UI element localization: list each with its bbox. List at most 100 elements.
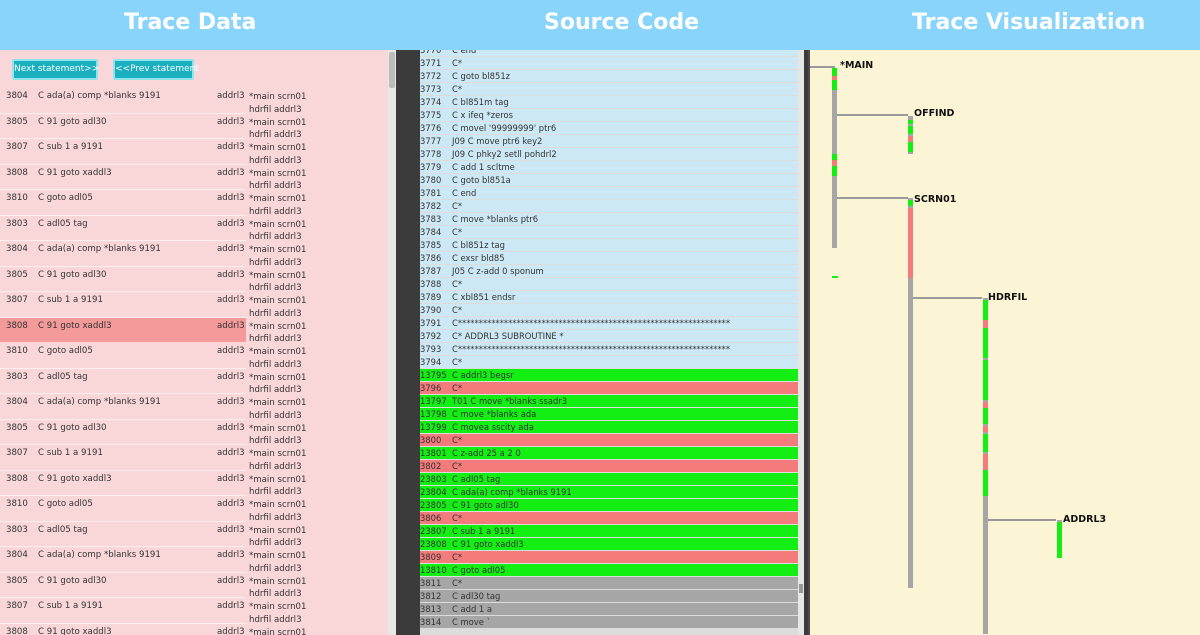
trace-call-stack: *main scrn01hdrfil addrl3 (249, 117, 306, 142)
trace-procedure: addrl3 (217, 397, 245, 407)
trace-row[interactable]: 3807 C sub 1 a 9191 addrl3 *main scrn01 hdrf… (0, 292, 388, 319)
trace-row[interactable]: 3810 C goto adl05 addrl3 *main scrn01 hdrfil… (0, 343, 388, 370)
source-line[interactable]: 23803 C adl05 tag (396, 473, 798, 486)
trace-row[interactable]: 3810 C goto adl05 addrl3 *main scrn01 hdrfil… (0, 190, 388, 217)
source-line[interactable]: 13801 C z-add 25 a 2 0 (396, 447, 798, 460)
trace-call-stack: *main scrn01hdrfil addrl3 (249, 601, 306, 626)
trace-node-label[interactable]: OFFIND (914, 108, 955, 119)
source-line[interactable]: 3777 J09 C move ptr6 key2 (396, 135, 798, 148)
source-line[interactable]: 3792 C* ADDRL3 SUBROUTINE * (396, 330, 798, 343)
source-line[interactable]: 3814 C move ` (396, 616, 798, 629)
source-line[interactable]: 3794 C* (396, 356, 798, 369)
source-line[interactable]: 23808 C 91 goto xaddl3 (396, 538, 798, 551)
line-code: C* (452, 58, 463, 68)
trace-data-title: Trace Data (124, 10, 257, 35)
source-line[interactable]: 3770 C end (396, 50, 798, 57)
trace-scrollbar[interactable] (388, 50, 396, 635)
source-line[interactable]: 3773 C* (396, 83, 798, 96)
trace-row[interactable]: 3808 C 91 goto xaddl3 addrl3 *main scrn01hd… (0, 471, 388, 497)
source-scrollbar[interactable] (798, 50, 804, 635)
source-line[interactable]: 23804 C ada(a) comp *blanks 9191 (396, 486, 798, 499)
source-line[interactable]: 3784 C* (396, 226, 798, 239)
line-number: 3793 (420, 344, 442, 354)
trace-statement-number: 3804 (6, 397, 28, 407)
source-line[interactable]: 3786 C exsr bld85 (396, 252, 798, 265)
trace-call-stack: *main scrn01hdrfil addrl3 (249, 627, 306, 635)
source-line[interactable]: 3812 C adl30 tag (396, 590, 798, 603)
next-statement-button[interactable]: Next statement>> (12, 59, 99, 80)
source-code-title: Source Code (544, 10, 700, 35)
source-line[interactable]: 3771 C* (396, 57, 798, 70)
trace-row[interactable]: 3805 C 91 goto adl30 addrl3 *main scrn01 hdr… (0, 573, 388, 599)
line-background (420, 551, 798, 563)
source-line[interactable]: 3772 C goto bl851z (396, 70, 798, 83)
source-line[interactable]: 3781 C end (396, 187, 798, 200)
trace-statement-number: 3810 (6, 499, 28, 509)
trace-row[interactable]: 3810 C goto adl05 addrl3 *main scrn01 hdrfil… (0, 496, 388, 523)
trace-node-label[interactable]: HDRFIL (988, 292, 1027, 303)
source-line[interactable]: 23805 C 91 goto adl30 (396, 499, 798, 512)
trace-row[interactable]: 3804 C ada(a) comp *blanks 9191 addrl3 *mai… (0, 88, 388, 115)
trace-node-label[interactable]: ADDRL3 (1063, 514, 1106, 525)
source-line[interactable]: 23807 C sub 1 a 9191 (396, 525, 798, 538)
trace-row-selected[interactable]: 3808 C 91 goto xaddl3 addrl3 *main scrn01 hd… (0, 317, 388, 344)
source-line[interactable]: 13795 C addrl3 begsr (396, 369, 798, 382)
source-line[interactable]: 3780 C goto bl851a (396, 174, 798, 187)
source-line[interactable]: 3778 J09 C phky2 setll pohdrl2 (396, 148, 798, 161)
line-code: C move *blanks ptr6 (452, 214, 539, 224)
source-line[interactable]: 3788 C* (396, 278, 798, 291)
trace-row[interactable]: 3808 C 91 goto xaddl3 addrl3 *main scrn01hd… (0, 624, 388, 635)
trace-row[interactable]: 3803 C adl05 tag addrl3 *main scrn01 hdrfil … (0, 522, 388, 548)
source-line[interactable]: 3800 C* (396, 434, 798, 447)
source-line[interactable]: 3791 C***********************************… (396, 317, 798, 330)
trace-row[interactable]: 3807 C sub 1 a 9191 addrl3 *main scrn01 hdrf… (0, 598, 388, 626)
trace-statement-code: C goto adl05 (38, 346, 93, 356)
trace-row[interactable]: 3805 C 91 goto adl30 addrl3 *main scrn01 hdr… (0, 114, 388, 140)
source-line[interactable]: 13798 C move *blanks ada (396, 408, 798, 421)
source-line[interactable]: 3774 C bl851m tag (396, 96, 798, 109)
trace-row[interactable]: 3808 C 91 goto xaddl3 addrl3 *main scrn01hd… (0, 165, 388, 191)
source-line[interactable]: 3789 C xbl851 endsr (396, 291, 798, 304)
trace-row[interactable]: 3805 C 91 goto adl30 addrl3 *main scrn01 hdr… (0, 420, 388, 446)
source-line[interactable]: 3796 C* (396, 382, 798, 395)
source-line[interactable]: 3813 C add 1 a (396, 603, 798, 616)
trace-node-label[interactable]: SCRN01 (914, 194, 956, 205)
trace-row[interactable]: 3803 C adl05 tag addrl3 *main scrn01 hdrfil … (0, 369, 388, 395)
source-line[interactable]: 13799 C movea sscity ada (396, 421, 798, 434)
prev-statement-button[interactable]: <<Prev statement (113, 59, 199, 80)
source-line[interactable]: 3809 C* (396, 551, 798, 564)
line-number: 3809 (420, 552, 442, 562)
source-line[interactable]: 3811 C* (396, 577, 798, 590)
source-line[interactable]: 3802 C* (396, 460, 798, 473)
trace-node-label[interactable]: *MAIN (840, 60, 873, 71)
source-line[interactable]: 3785 C bl851z tag (396, 239, 798, 252)
line-number: 13801 (420, 448, 447, 458)
source-line[interactable]: 3779 C add 1 scltme (396, 161, 798, 174)
trace-row[interactable]: 3807 C sub 1 a 9191 addrl3 *main scrn01 hdrf… (0, 445, 388, 472)
line-code: C* (452, 435, 463, 445)
source-line[interactable]: 3793 C***********************************… (396, 343, 798, 356)
trace-row[interactable]: 3803 C adl05 tag addrl3 *main scrn01 hdrfil … (0, 216, 388, 242)
source-line[interactable]: 3790 C* (396, 304, 798, 317)
trace-row[interactable]: 3804 C ada(a) comp *blanks 9191 addrl3 *mai… (0, 241, 388, 268)
trace-row[interactable]: 3804 C ada(a) comp *blanks 9191 addrl3 *mai… (0, 547, 388, 574)
trace-row[interactable]: 3805 C 91 goto adl30 addrl3 *main scrn01 hdr… (0, 267, 388, 293)
source-line[interactable]: 3775 C x ifeq *zeros (396, 109, 798, 122)
trace-row[interactable]: 3804 C ada(a) comp *blanks 9191 addrl3 *mai… (0, 394, 388, 421)
source-line[interactable]: 3806 C* (396, 512, 798, 525)
source-line[interactable]: 3783 C move *blanks ptr6 (396, 213, 798, 226)
trace-scrollbar-thumb[interactable] (389, 52, 395, 88)
source-line[interactable]: 3782 C* (396, 200, 798, 213)
source-line[interactable]: 13810 C goto adl05 (396, 564, 798, 577)
source-line[interactable]: 3787 J05 C z-add 0 sponum (396, 265, 798, 278)
line-number: 3771 (420, 58, 442, 68)
trace-statement-number: 3810 (6, 193, 28, 203)
call-stack-line: *main scrn01 (249, 602, 307, 612)
line-code: C* (452, 578, 463, 588)
line-number: 23803 (420, 474, 447, 484)
line-background (420, 304, 798, 316)
source-line[interactable]: 13797 T01 C move *blanks ssadr3 (396, 395, 798, 408)
trace-row[interactable]: 3807 C sub 1 a 9191 addrl3 *main scrn01 hdrf… (0, 139, 388, 166)
source-line[interactable]: 3776 C movel '99999999' ptr6 (396, 122, 798, 135)
source-scrollbar-thumb[interactable] (799, 584, 803, 593)
